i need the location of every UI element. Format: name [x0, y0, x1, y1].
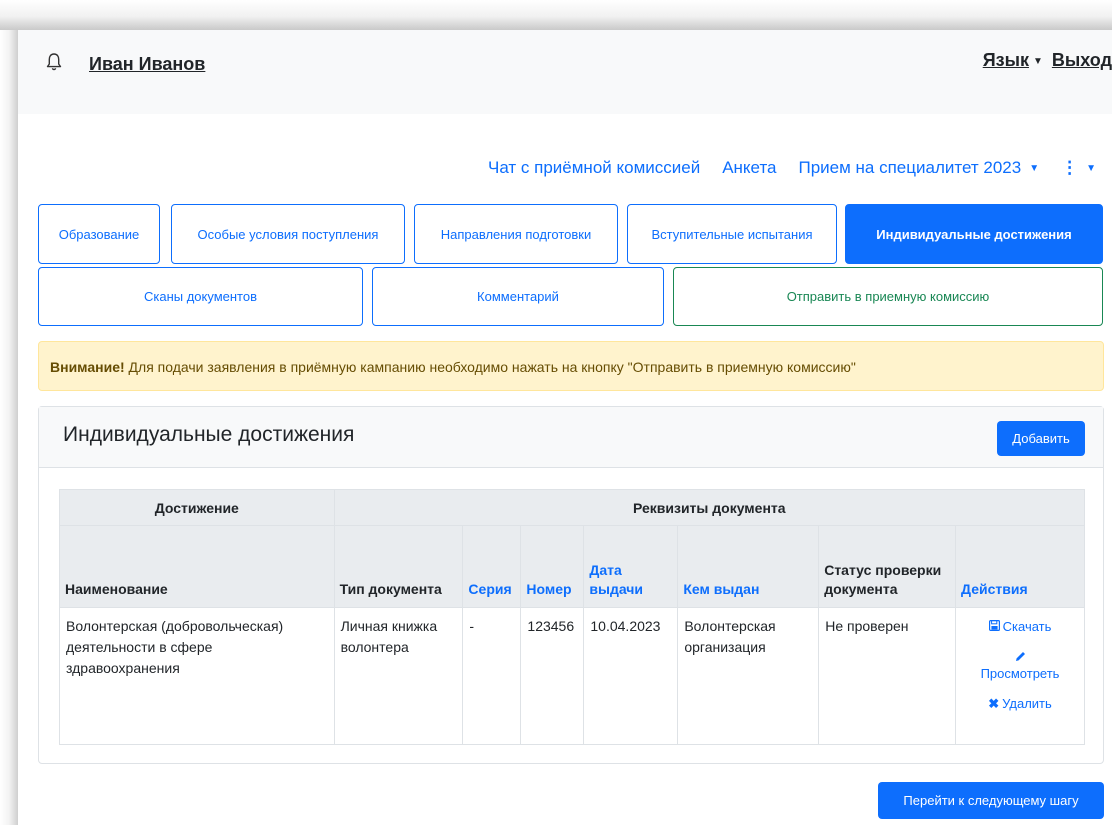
tab-education[interactable]: Образование: [38, 204, 160, 264]
secondary-nav: Чат с приёмной комиссией Анкета Прием на…: [466, 158, 1096, 178]
cell-number: 123456: [520, 607, 585, 745]
caret-down-icon: ▼: [1029, 163, 1040, 174]
page: Иван Иванов Язык ▼ Выход Чат с приёмной ко…: [18, 30, 1112, 825]
cell-issue-date: 10.04.2023: [583, 607, 679, 745]
next-step-button[interactable]: Перейти к следующему шагу: [878, 782, 1104, 819]
nav-campaign-dropdown[interactable]: Прием на специалитет 2023 ▼: [799, 158, 1040, 178]
tab-send-to-commission[interactable]: Отправить в приемную комиссию: [673, 267, 1103, 326]
group-header-document-details: Реквизиты документа: [333, 489, 1086, 526]
window-frame-top: [0, 0, 1112, 30]
download-label: Скачать: [1002, 619, 1052, 634]
nav-campaign-label: Прием на специалитет 2023: [798, 158, 1022, 177]
cell-issued-by: Волонтерская организация: [677, 607, 820, 745]
tab-entrance-exams[interactable]: Вступительные испытания: [627, 204, 837, 264]
achievements-table: Достижение Реквизиты документа Наименова…: [59, 489, 1086, 745]
logout-link[interactable]: Выход: [1052, 50, 1112, 70]
caret-down-icon: ▼: [1032, 56, 1043, 67]
top-right-menu: Язык ▼ Выход: [983, 50, 1112, 71]
alert-text: Для подачи заявления в приёмную кампанию…: [124, 359, 856, 375]
window-frame-left: [0, 30, 18, 825]
tab-individual-achievements[interactable]: Индивидуальные достижения: [845, 204, 1103, 264]
nav-form-link[interactable]: Анкета: [722, 158, 776, 178]
cell-actions: Скачать Просмотреть ✖ Удалить: [955, 607, 1085, 745]
tab-special-conditions[interactable]: Особые условия поступления: [171, 204, 405, 264]
user-name-link[interactable]: Иван Иванов: [89, 54, 205, 75]
pencil-icon: [1015, 652, 1025, 661]
alert-strong: Внимание!: [50, 359, 125, 375]
nav-chat-link[interactable]: Чат с приёмной комиссией: [488, 158, 700, 178]
cell-name: Волонтерская (добровольческая) деятельно…: [59, 607, 335, 745]
add-button[interactable]: Добавить: [997, 421, 1085, 456]
table-column-header-row: Наименование Тип документа Серия Номер Д…: [59, 525, 1085, 608]
warning-alert: Внимание! Для подачи заявления в приёмну…: [38, 341, 1104, 391]
col-actions: Действия: [955, 525, 1085, 608]
table-row: Волонтерская (добровольческая) деятельно…: [59, 607, 1085, 745]
col-name: Наименование: [59, 525, 335, 608]
cell-doc-type: Личная книжка волонтера: [333, 607, 464, 745]
table-group-header-row: Достижение Реквизиты документа: [59, 489, 1086, 526]
card-header: Индивидуальные достижения Добавить: [39, 407, 1103, 468]
delete-link[interactable]: ✖ Удалить: [962, 695, 1078, 713]
col-doc-type: Тип документа: [333, 525, 464, 608]
top-bar: Иван Иванов Язык ▼ Выход: [18, 30, 1112, 114]
col-issue-date-sort[interactable]: Дата выдачи: [583, 525, 679, 608]
kebab-menu-icon[interactable]: ⋮ ▼: [1061, 158, 1096, 178]
delete-label: Удалить: [1002, 696, 1052, 711]
language-dropdown[interactable]: Язык: [983, 50, 1029, 70]
floppy-disk-icon: [988, 620, 1000, 631]
cell-status: Не проверен: [818, 607, 957, 745]
col-series-sort[interactable]: Серия: [462, 525, 522, 608]
tab-study-directions[interactable]: Направления подготовки: [414, 204, 618, 264]
download-link[interactable]: Скачать: [962, 618, 1078, 636]
col-status: Статус проверки документа: [818, 525, 957, 608]
bell-icon[interactable]: [46, 52, 62, 72]
card-title: Индивидуальные достижения: [63, 423, 355, 446]
view-label: Просмотреть: [980, 666, 1060, 681]
caret-down-icon: ▼: [1086, 163, 1096, 174]
close-x-icon: ✖: [988, 696, 1000, 711]
view-link[interactable]: Просмотреть: [962, 650, 1078, 683]
col-issued-by-sort[interactable]: Кем выдан: [677, 525, 820, 608]
cell-series: -: [462, 607, 522, 745]
col-number-sort[interactable]: Номер: [520, 525, 585, 608]
achievements-card: Индивидуальные достижения Добавить Дости…: [38, 406, 1104, 764]
tab-document-scans[interactable]: Сканы документов: [38, 267, 363, 326]
tab-comment[interactable]: Комментарий: [372, 267, 664, 326]
group-header-achievement: Достижение: [59, 489, 335, 526]
